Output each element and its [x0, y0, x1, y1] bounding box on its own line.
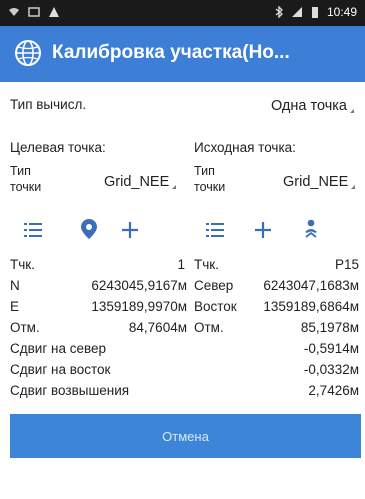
warning-icon [49, 7, 59, 17]
shift-east-label: Сдвиг на восток [10, 362, 111, 377]
source-type-label-1: Тип [194, 164, 215, 178]
status-bar: 10:49 [0, 0, 365, 26]
shift-elevation-row: Сдвиг возвышения 2,7426м [0, 383, 365, 401]
source-add-button[interactable] [251, 218, 275, 242]
source-type-label-2: точки [194, 180, 226, 194]
source-east-label: Восток [194, 299, 237, 314]
target-type-dropdown[interactable]: Grid_NEE [104, 174, 177, 190]
app-bar: Калибровка участка(Но... [0, 26, 365, 82]
target-elevation-label: Отм. [10, 320, 40, 335]
list-icon [24, 223, 42, 237]
source-point-header: Исходная точка: [194, 140, 296, 155]
target-north-value: 6243045,9167м [91, 278, 187, 293]
target-east-label: E [10, 299, 20, 314]
globe-icon[interactable] [13, 38, 43, 68]
source-point-label: Тчк. [194, 257, 219, 272]
calc-type-row: Тип вычисл. Одна точка [0, 97, 365, 117]
target-map-button[interactable] [77, 217, 101, 241]
shift-elevation-value: 2,7426м [308, 383, 359, 398]
calc-type-label: Тип вычисл. [10, 97, 87, 112]
signal-icon [291, 7, 302, 17]
plus-icon [122, 222, 138, 238]
target-type-label-2: точки [10, 180, 42, 194]
surveyor-icon [305, 219, 317, 238]
map-pin-icon [81, 219, 97, 239]
source-elevation-value: 85,1978м [300, 320, 359, 335]
source-elevation-label: Отм. [194, 320, 224, 335]
source-east-value: 1359189,6864м [263, 299, 359, 314]
target-point-value: 1 [177, 257, 185, 272]
points-header-row: Целевая точка: Исходная точка: [0, 140, 365, 158]
source-point-value: P15 [334, 257, 359, 272]
shift-north-label: Сдвиг на север [10, 341, 107, 356]
point-type-row: Тип точки Grid_NEE Тип точки Grid_NEE [0, 164, 365, 196]
shift-north-row: Сдвиг на север -0,5914м [0, 341, 365, 359]
battery-icon [311, 7, 318, 18]
target-add-button[interactable] [118, 218, 142, 242]
target-elevation-value: 84,7604м [128, 320, 187, 335]
list-icon [206, 223, 224, 237]
target-point-label: Тчк. [10, 257, 35, 272]
source-north-value: 6243047,1683м [263, 278, 359, 293]
shift-elevation-label: Сдвиг возвышения [10, 383, 130, 398]
image-icon [28, 7, 40, 17]
shift-north-value: -0,5914м [303, 341, 359, 356]
source-list-button[interactable] [203, 218, 227, 242]
clock: 10:49 [326, 5, 357, 19]
wifi-icon [9, 8, 19, 16]
calc-type-dropdown[interactable]: Одна точка [271, 98, 355, 114]
shift-east-value: -0,0332м [303, 362, 359, 377]
target-list-button[interactable] [21, 218, 45, 242]
source-north-label: Север [194, 278, 234, 293]
bluetooth-icon [275, 6, 283, 18]
plus-icon [255, 222, 271, 238]
east-row: E 1359189,9970м Восток 1359189,6864м [0, 299, 365, 317]
page-title: Калибровка участка(Но... [52, 42, 290, 63]
source-type-dropdown[interactable]: Grid_NEE [283, 174, 356, 190]
target-type-label-1: Тип [10, 164, 31, 178]
target-east-value: 1359189,9970м [91, 299, 187, 314]
source-survey-button[interactable] [299, 217, 323, 241]
north-row: N 6243045,9167м Север 6243047,1683м [0, 278, 365, 296]
point-row: Тчк. 1 Тчк. P15 [0, 257, 365, 275]
shift-east-row: Сдвиг на восток -0,0332м [0, 362, 365, 380]
target-north-label: N [10, 278, 20, 293]
target-point-header: Целевая точка: [10, 140, 106, 155]
elevation-row: Отм. 84,7604м Отм. 85,1978м [0, 320, 365, 338]
cancel-button[interactable]: Отмена [10, 414, 361, 458]
